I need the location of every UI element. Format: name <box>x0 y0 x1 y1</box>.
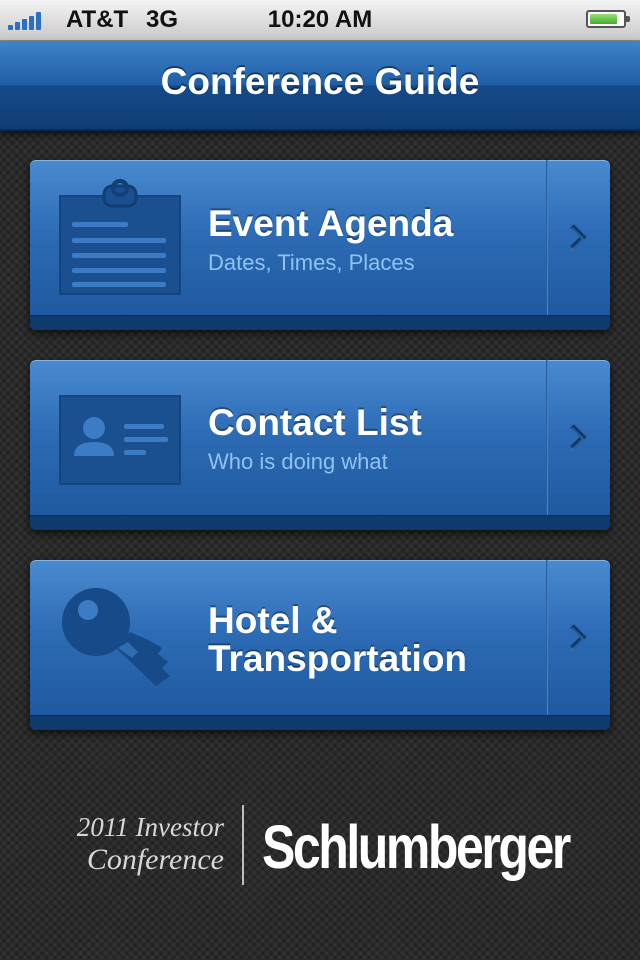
page-title: Conference Guide <box>160 61 480 102</box>
battery-icon <box>586 10 630 28</box>
conference-label: 2011 Investor Conference <box>40 812 224 878</box>
status-bar: AT&T 3G 10:20 AM <box>0 0 640 41</box>
event-agenda-title: Event Agenda <box>208 203 454 244</box>
hotel-transportation-title: Hotel & Transportation <box>208 602 467 678</box>
conference-line2: Conference <box>86 843 224 876</box>
contact-list-subtitle: Who is doing what <box>208 449 388 474</box>
nav-bar: Conference Guide <box>0 41 640 131</box>
contact-list-button[interactable]: Contact List Who is doing what <box>30 360 610 530</box>
contact-list-title: Contact List <box>208 402 422 443</box>
footer-divider <box>242 805 244 885</box>
hotel-transportation-button[interactable]: Hotel & Transportation <box>30 560 610 730</box>
chevron-right-icon <box>570 224 587 251</box>
contact-card-icon <box>59 395 181 485</box>
conference-line1: 2011 Investor <box>76 812 224 842</box>
chevron-right-icon <box>570 424 587 451</box>
event-agenda-subtitle: Dates, Times, Places <box>208 250 415 275</box>
key-icon <box>62 588 170 686</box>
chevron-right-icon <box>570 624 587 651</box>
hotel-transportation-title-line2: Transportation <box>208 638 468 679</box>
hotel-transportation-title-line1: Hotel & <box>208 600 338 641</box>
brand-logo: Schlumberger <box>262 813 571 881</box>
event-agenda-button[interactable]: Event Agenda Dates, Times, Places <box>30 160 610 330</box>
clipboard-icon <box>59 179 181 295</box>
status-time: 10:20 AM <box>267 6 373 33</box>
